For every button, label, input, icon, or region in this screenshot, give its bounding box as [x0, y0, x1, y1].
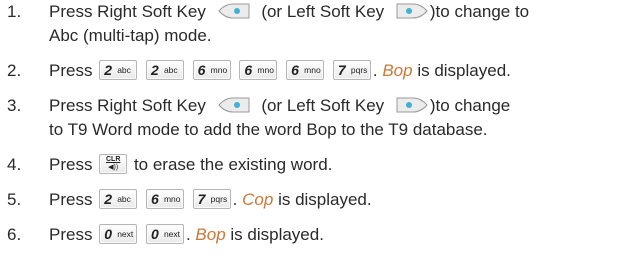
step-text: Press	[49, 190, 93, 209]
step-text: to T9 Word mode to add the word Bop to t…	[49, 120, 488, 139]
step-text: )to change	[429, 96, 511, 115]
right-soft-key-icon	[217, 3, 251, 19]
key-7-icon: 7 pqrs	[192, 188, 231, 209]
left-soft-key-icon	[395, 97, 429, 113]
step-text: (or Left Soft Key	[261, 96, 385, 115]
result-word: Bop	[195, 225, 226, 244]
clr-key-icon: CLR ◀))	[99, 153, 128, 174]
step-text: Press	[49, 225, 93, 244]
step-number: 3.	[7, 96, 22, 115]
step-number: 2.	[7, 61, 22, 80]
step-separator: .	[232, 190, 238, 209]
right-soft-key-icon	[217, 97, 251, 113]
step-text: (or Left Soft Key	[261, 2, 385, 21]
key-6-icon: 6 mno	[145, 188, 184, 209]
key-2-icon: 2 abc	[99, 188, 138, 209]
step-number: 6.	[7, 225, 22, 244]
step-number: 1.	[7, 2, 22, 21]
step-text: Abc (multi-tap) mode.	[49, 26, 212, 45]
step-text: Press	[49, 61, 93, 80]
result-word: Cop	[242, 190, 274, 209]
key-6-icon: 6 mno	[192, 59, 231, 80]
key-0-icon: 0 next	[99, 223, 138, 244]
step-text: Press Right Soft Key	[49, 2, 206, 21]
key-2-icon: 2 abc	[145, 59, 184, 80]
key-6-icon: 6 mno	[286, 59, 325, 80]
step-text: )to change to	[429, 2, 530, 21]
step-text: is displayed.	[230, 225, 324, 244]
key-6-icon: 6 mno	[239, 59, 278, 80]
step-text: Press Right Soft Key	[49, 96, 206, 115]
step-number: 4.	[7, 155, 22, 174]
step-text: is displayed.	[417, 61, 511, 80]
step-text: to erase the existing word.	[133, 155, 333, 174]
step-separator: .	[185, 225, 191, 244]
key-2-icon: 2 abc	[99, 59, 138, 80]
key-0-icon: 0 next	[145, 223, 184, 244]
step-text: Press	[49, 155, 93, 174]
left-soft-key-icon	[395, 3, 429, 19]
step-text: is displayed.	[278, 190, 372, 209]
key-7-icon: 7 pqrs	[332, 59, 371, 80]
result-word: Bop	[382, 61, 413, 80]
step-number: 5.	[7, 190, 22, 209]
step-separator: .	[372, 61, 378, 80]
